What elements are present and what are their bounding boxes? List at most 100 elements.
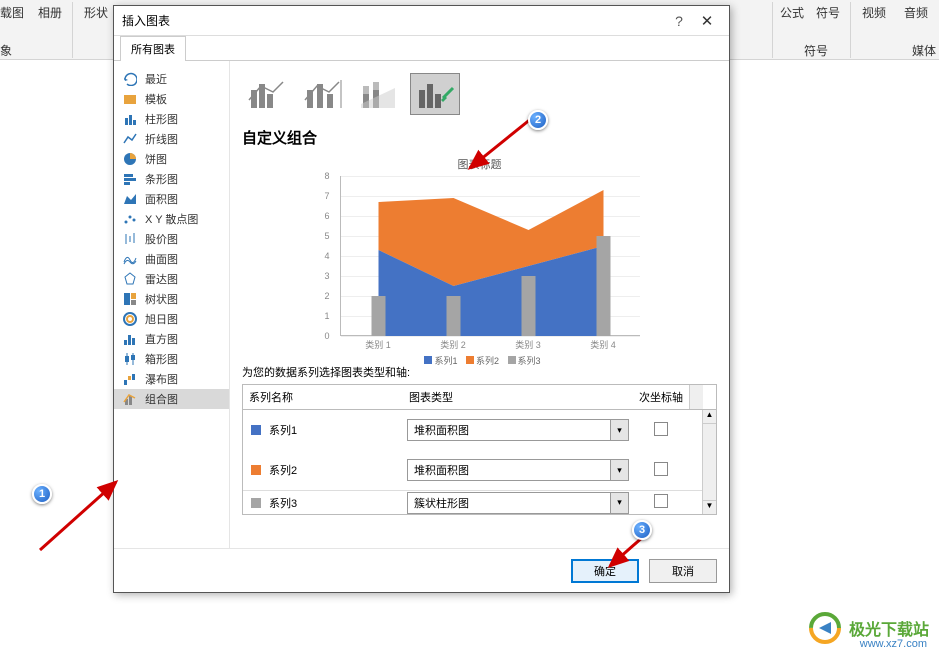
secondary-axis-checkbox[interactable]	[654, 422, 668, 436]
subtype-1[interactable]	[242, 73, 292, 115]
watermark-logo-icon	[807, 610, 843, 646]
ribbon-tab[interactable]: 符号	[816, 4, 840, 21]
watermark-url: www.xz7.com	[860, 638, 927, 650]
series-color-swatch	[251, 425, 261, 435]
scrollbar[interactable]: ▲ ▼	[702, 410, 716, 514]
sidebar-item-scatter[interactable]: X Y 散点图	[114, 209, 229, 229]
ribbon-tab[interactable]: 音频	[904, 4, 928, 21]
scatter-icon	[122, 212, 137, 226]
column-icon	[122, 112, 137, 126]
sidebar-item-radar[interactable]: 雷达图	[114, 269, 229, 289]
ribbon-group: 象	[0, 42, 12, 59]
ribbon-group: 符号	[804, 42, 828, 59]
sidebar-item-histogram[interactable]: 直方图	[114, 329, 229, 349]
tab-all-charts[interactable]: 所有图表	[120, 36, 186, 61]
sidebar-item-bar[interactable]: 条形图	[114, 169, 229, 189]
sidebar-item-column[interactable]: 柱形图	[114, 109, 229, 129]
chart-title: 图表标题	[320, 156, 640, 172]
combo-icon	[122, 392, 137, 406]
ribbon-tab[interactable]: 形状	[84, 4, 108, 21]
bar-icon	[122, 172, 137, 186]
sidebar-item-treemap[interactable]: 树状图	[114, 289, 229, 309]
secondary-axis-checkbox[interactable]	[654, 494, 668, 508]
surface-icon	[122, 252, 137, 266]
series-name: 系列3	[269, 495, 297, 511]
sidebar-item-boxwhisker[interactable]: 箱形图	[114, 349, 229, 369]
sidebar-item-label: 瀑布图	[145, 371, 178, 387]
ribbon-tab[interactable]: 公式	[780, 4, 804, 21]
sidebar-item-label: 面积图	[145, 191, 178, 207]
ok-button[interactable]: 确定	[571, 559, 639, 583]
sidebar-item-label: 条形图	[145, 171, 178, 187]
annotation-badge-3: 3	[632, 520, 652, 540]
sidebar-item-label: 饼图	[145, 151, 167, 167]
sidebar-item-label: 股价图	[145, 231, 178, 247]
annotation-badge-1: 1	[32, 484, 52, 504]
subtype-2[interactable]	[298, 73, 348, 115]
sidebar-item-stock[interactable]: 股价图	[114, 229, 229, 249]
chevron-down-icon[interactable]: ▾	[610, 460, 628, 480]
template-icon	[122, 92, 137, 106]
sidebar-item-label: 雷达图	[145, 271, 178, 287]
insert-chart-dialog: 插入图表 ? ✕ 所有图表 最近模板柱形图折线图饼图条形图面积图 X Y 散点图股…	[113, 5, 730, 593]
sidebar-item-label: 最近	[145, 71, 167, 87]
subtype-row	[242, 73, 717, 115]
sidebar-item-area[interactable]: 面积图	[114, 189, 229, 209]
boxwhisker-icon	[122, 352, 137, 366]
close-button[interactable]: ✕	[693, 12, 721, 30]
series-color-swatch	[251, 465, 261, 475]
sidebar-item-recent[interactable]: 最近	[114, 69, 229, 89]
ribbon-tab[interactable]: 载图	[0, 4, 24, 21]
subtype-4-custom[interactable]	[410, 73, 460, 115]
section-title: 自定义组合	[242, 127, 717, 148]
sunburst-icon	[122, 312, 137, 326]
col-secondary-axis: 次坐标轴	[633, 385, 689, 409]
dialog-title: 插入图表	[122, 12, 665, 29]
col-chart-type: 图表类型	[403, 385, 633, 409]
chart-type-dropdown[interactable]: 簇状柱形图▾	[407, 492, 629, 514]
chart-type-dropdown[interactable]: 堆积面积图▾	[407, 419, 629, 441]
chevron-down-icon[interactable]: ▾	[610, 493, 628, 513]
radar-icon	[122, 272, 137, 286]
sidebar-item-waterfall[interactable]: 瀑布图	[114, 369, 229, 389]
stock-icon	[122, 232, 137, 246]
sidebar-item-label: X Y 散点图	[145, 211, 198, 227]
area-icon	[122, 192, 137, 206]
sidebar-item-label: 树状图	[145, 291, 178, 307]
ribbon-tab[interactable]: 视频	[862, 4, 886, 21]
sidebar-item-pie[interactable]: 饼图	[114, 149, 229, 169]
secondary-axis-checkbox[interactable]	[654, 462, 668, 476]
sidebar-item-template[interactable]: 模板	[114, 89, 229, 109]
sidebar-item-sunburst[interactable]: 旭日图	[114, 309, 229, 329]
ribbon-tab[interactable]: 相册	[38, 4, 62, 21]
sidebar-item-label: 直方图	[145, 331, 178, 347]
series-row: 系列2 堆积面积图▾	[243, 450, 716, 490]
sidebar-item-label: 组合图	[145, 391, 178, 407]
sidebar-item-label: 折线图	[145, 131, 178, 147]
sidebar-item-combo[interactable]: 组合图	[114, 389, 229, 409]
pie-icon	[122, 152, 137, 166]
cancel-button[interactable]: 取消	[649, 559, 717, 583]
chevron-down-icon[interactable]: ▾	[610, 420, 628, 440]
chart-preview: 图表标题 012345678类别 1类别 2类别 3类别 4 系列1 系列2 系…	[320, 156, 640, 356]
histogram-icon	[122, 332, 137, 346]
treemap-icon	[122, 292, 137, 306]
chart-type-sidebar: 最近模板柱形图折线图饼图条形图面积图 X Y 散点图股价图曲面图雷达图树状图旭日图…	[114, 61, 230, 548]
series-name: 系列1	[269, 422, 297, 438]
col-series-name: 系列名称	[243, 385, 403, 409]
chart-type-dropdown[interactable]: 堆积面积图▾	[407, 459, 629, 481]
ribbon-group: 媒体	[912, 42, 936, 59]
series-row: 系列1 堆积面积图▾	[243, 410, 716, 450]
series-name: 系列2	[269, 462, 297, 478]
subtype-3[interactable]	[354, 73, 404, 115]
watermark-text: 极光下载站	[849, 616, 929, 640]
sidebar-item-surface[interactable]: 曲面图	[114, 249, 229, 269]
sidebar-item-label: 箱形图	[145, 351, 178, 367]
recent-icon	[122, 72, 137, 86]
chart-legend: 系列1 系列2 系列3	[320, 354, 640, 367]
sidebar-item-label: 柱形图	[145, 111, 178, 127]
sidebar-item-line[interactable]: 折线图	[114, 129, 229, 149]
series-table: 系列名称 图表类型 次坐标轴 系列1 堆积面积图▾ 系列2 堆积面积图▾ 系列3 簇状柱形…	[242, 384, 717, 515]
help-button[interactable]: ?	[665, 13, 693, 29]
line-icon	[122, 132, 137, 146]
